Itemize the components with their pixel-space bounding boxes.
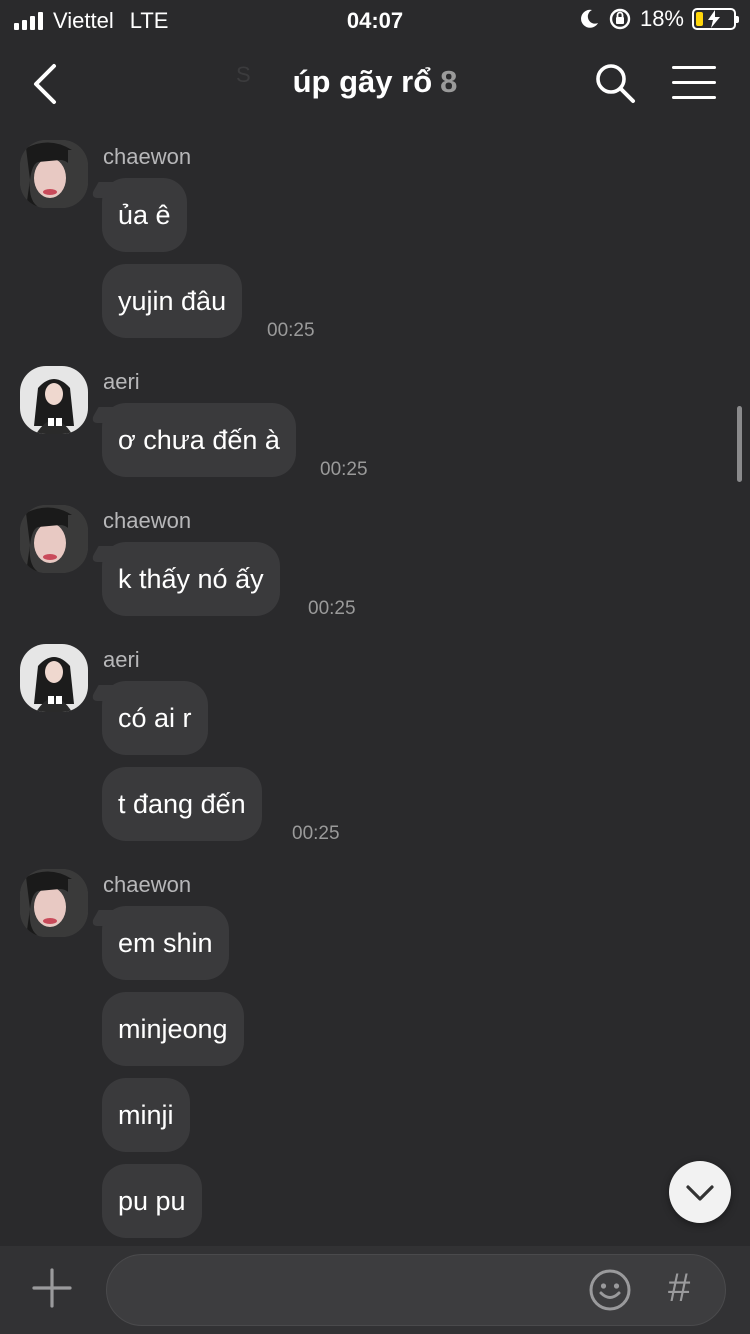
emoji-icon[interactable] bbox=[588, 1268, 632, 1312]
battery-icon bbox=[692, 8, 739, 30]
hashtag-icon[interactable]: # bbox=[668, 1266, 690, 1311]
message-bubble[interactable]: pu pu bbox=[102, 1164, 202, 1238]
scrollbar[interactable] bbox=[737, 406, 742, 482]
member-count: 8 bbox=[440, 64, 458, 99]
orientation-lock-icon bbox=[609, 8, 631, 30]
message-time: 00:25 bbox=[308, 598, 356, 619]
menu-icon[interactable] bbox=[672, 66, 716, 100]
message-bubble[interactable]: k thấy nó ấy bbox=[102, 542, 280, 616]
chat-header: S úp gãy rổ 8 bbox=[0, 42, 750, 126]
message-bubble[interactable]: có ai r bbox=[102, 681, 208, 755]
scroll-to-bottom-button[interactable] bbox=[669, 1161, 731, 1223]
sender-name: chaewon bbox=[103, 872, 192, 897]
message-bubble[interactable]: ủa ê bbox=[102, 178, 187, 252]
message-bubble[interactable]: em shin bbox=[102, 906, 229, 980]
avatar[interactable] bbox=[20, 140, 88, 208]
chevron-down-icon bbox=[686, 1185, 714, 1201]
sender-name: chaewon bbox=[103, 508, 192, 533]
chat-title: úp gãy rổ 8 bbox=[0, 64, 750, 100]
avatar[interactable] bbox=[20, 869, 88, 937]
sender-name: aeri bbox=[103, 647, 140, 672]
message-time: 00:25 bbox=[267, 320, 315, 341]
composer-bar bbox=[0, 1246, 750, 1334]
message-bubble[interactable]: minji bbox=[102, 1078, 190, 1152]
sender-name: aeri bbox=[103, 369, 140, 394]
message-bubble[interactable]: yujin đâu bbox=[102, 264, 243, 338]
moon-icon bbox=[581, 9, 598, 28]
message-time: 00:25 bbox=[292, 823, 340, 844]
plus-icon[interactable] bbox=[30, 1266, 74, 1310]
search-icon[interactable] bbox=[594, 62, 636, 104]
status-right: 18% bbox=[578, 6, 739, 32]
message-bubble[interactable]: t đang đến bbox=[102, 767, 262, 841]
battery-percent: 18% bbox=[639, 6, 684, 31]
chat-title-text: úp gãy rổ bbox=[292, 64, 433, 99]
sender-name: chaewon bbox=[103, 144, 192, 169]
avatar[interactable] bbox=[20, 505, 88, 573]
message-input[interactable] bbox=[106, 1254, 726, 1326]
message-bubble[interactable]: ơ chưa đến à bbox=[102, 403, 296, 477]
message-time: 00:25 bbox=[320, 459, 368, 480]
avatar[interactable] bbox=[20, 644, 88, 712]
avatar[interactable] bbox=[20, 366, 88, 434]
message-bubble[interactable]: minjeong bbox=[102, 992, 244, 1066]
status-bar: Viettel LTE 04:07 18% bbox=[0, 0, 750, 42]
